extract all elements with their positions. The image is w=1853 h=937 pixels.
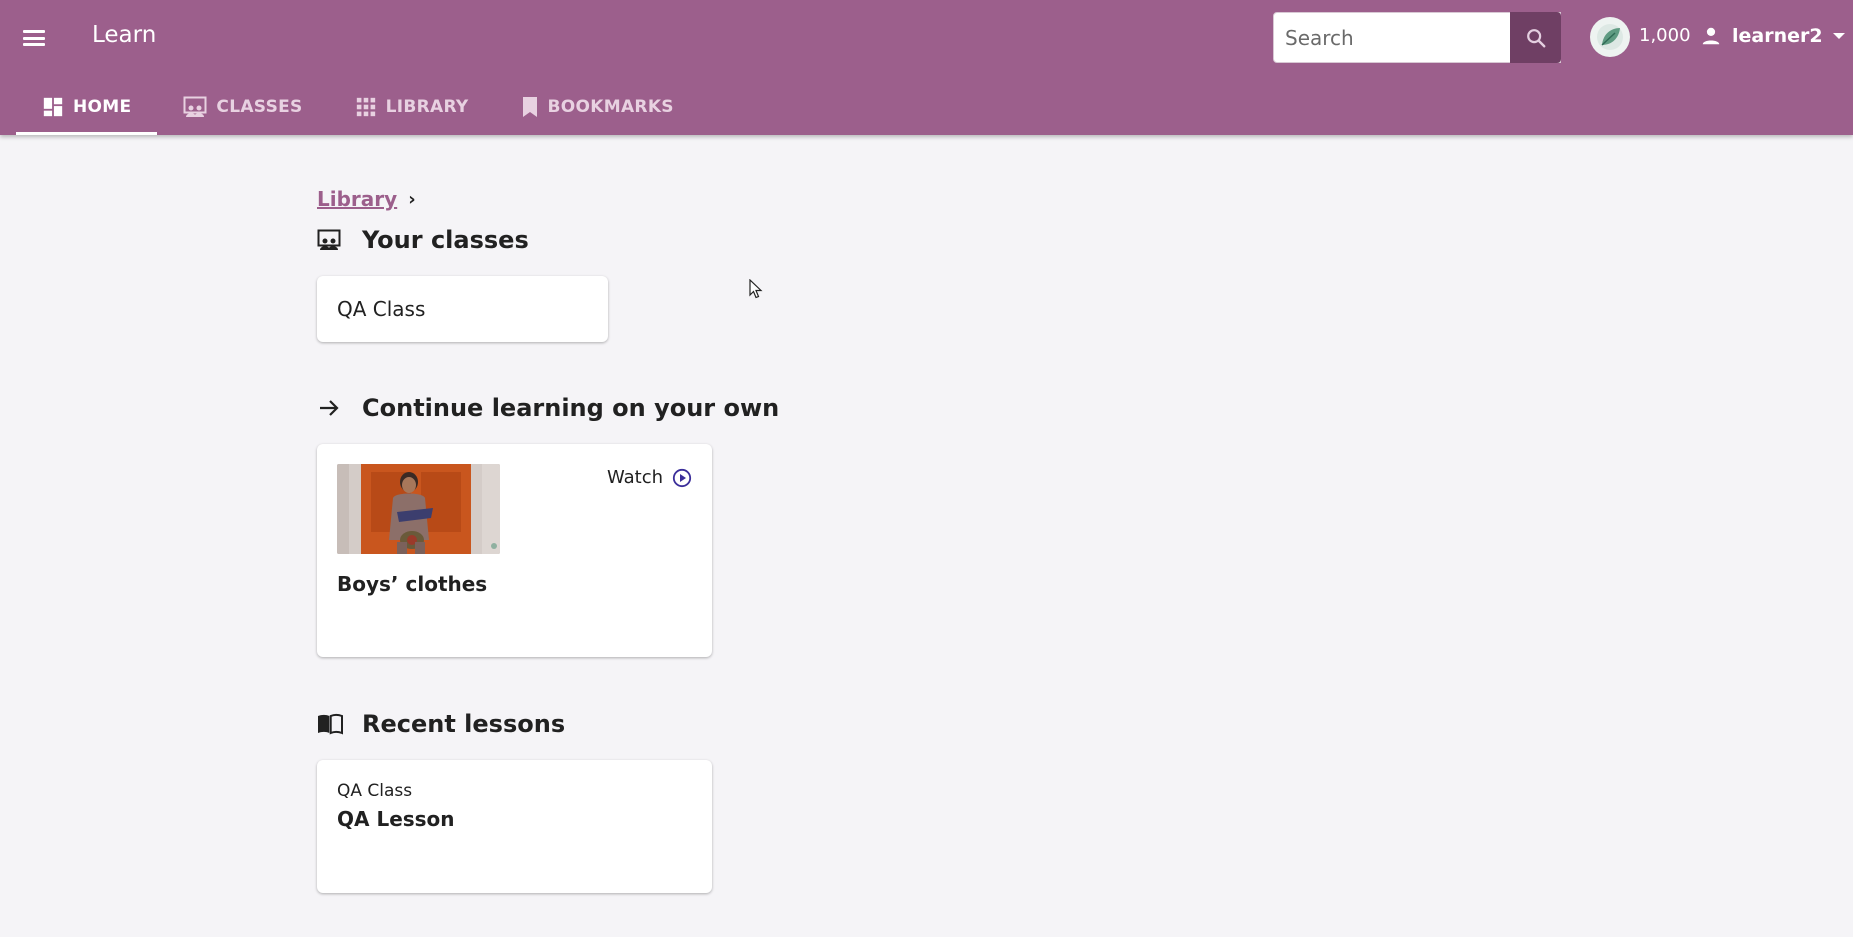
tab-classes[interactable]: CLASSES xyxy=(157,78,328,135)
breadcrumb-separator: › xyxy=(408,188,416,210)
dashboard-icon xyxy=(42,96,64,118)
watch-label: Watch xyxy=(607,467,692,488)
continue-learning-heading: Continue learning on your own xyxy=(317,394,779,422)
chevron-down-icon xyxy=(1832,33,1845,39)
mouse-cursor-icon xyxy=(749,279,763,299)
tab-label: CLASSES xyxy=(216,96,303,117)
resume-content-card[interactable]: Watch Boys’ clothes xyxy=(317,444,712,657)
main-tabs: HOME CLASSES LIBRARY BOOKMARKS xyxy=(16,78,700,135)
tab-bookmarks[interactable]: BOOKMARKS xyxy=(495,78,700,135)
content-kind-label: Watch xyxy=(606,467,663,488)
menu-icon[interactable] xyxy=(22,27,46,49)
play-circle-icon xyxy=(672,468,692,488)
class-card[interactable]: QA Class xyxy=(317,276,608,342)
app-bar: Learn 1,000 learner2 xyxy=(0,0,1853,135)
your-classes-heading: Your classes xyxy=(317,226,529,254)
lesson-title: QA Lesson xyxy=(337,807,455,831)
content-thumbnail xyxy=(337,464,500,554)
points-icon xyxy=(1590,17,1630,57)
recent-lessons-heading: Recent lessons xyxy=(317,710,565,738)
section-title: Your classes xyxy=(362,226,529,254)
tab-label: HOME xyxy=(73,96,132,117)
tab-library[interactable]: LIBRARY xyxy=(329,78,495,135)
user-menu-button[interactable]: learner2 xyxy=(1700,21,1845,51)
classroom-icon xyxy=(317,229,345,251)
app-title: Learn xyxy=(92,22,157,48)
points-value: 1,000 xyxy=(1639,25,1691,46)
bookmark-icon xyxy=(521,96,539,118)
section-title: Recent lessons xyxy=(362,710,566,738)
tab-label: BOOKMARKS xyxy=(547,96,674,117)
apps-grid-icon xyxy=(355,96,377,118)
classroom-icon xyxy=(183,96,207,118)
tab-home[interactable]: HOME xyxy=(16,78,158,135)
lesson-class-name: QA Class xyxy=(337,781,413,801)
section-title: Continue learning on your own xyxy=(362,394,780,422)
person-icon xyxy=(1702,27,1720,45)
class-name: QA Class xyxy=(337,297,426,321)
arrow-right-icon xyxy=(317,397,345,419)
breadcrumb: Library › xyxy=(317,187,416,211)
breadcrumb-library-link[interactable]: Library xyxy=(317,187,397,211)
search-button[interactable] xyxy=(1510,12,1561,63)
content-title: Boys’ clothes xyxy=(337,572,488,596)
username: learner2 xyxy=(1732,25,1823,47)
lesson-card[interactable]: QA Class QA Lesson xyxy=(317,760,712,893)
tab-label: LIBRARY xyxy=(385,96,469,117)
open-book-icon xyxy=(317,713,345,735)
search-icon xyxy=(1526,28,1545,47)
